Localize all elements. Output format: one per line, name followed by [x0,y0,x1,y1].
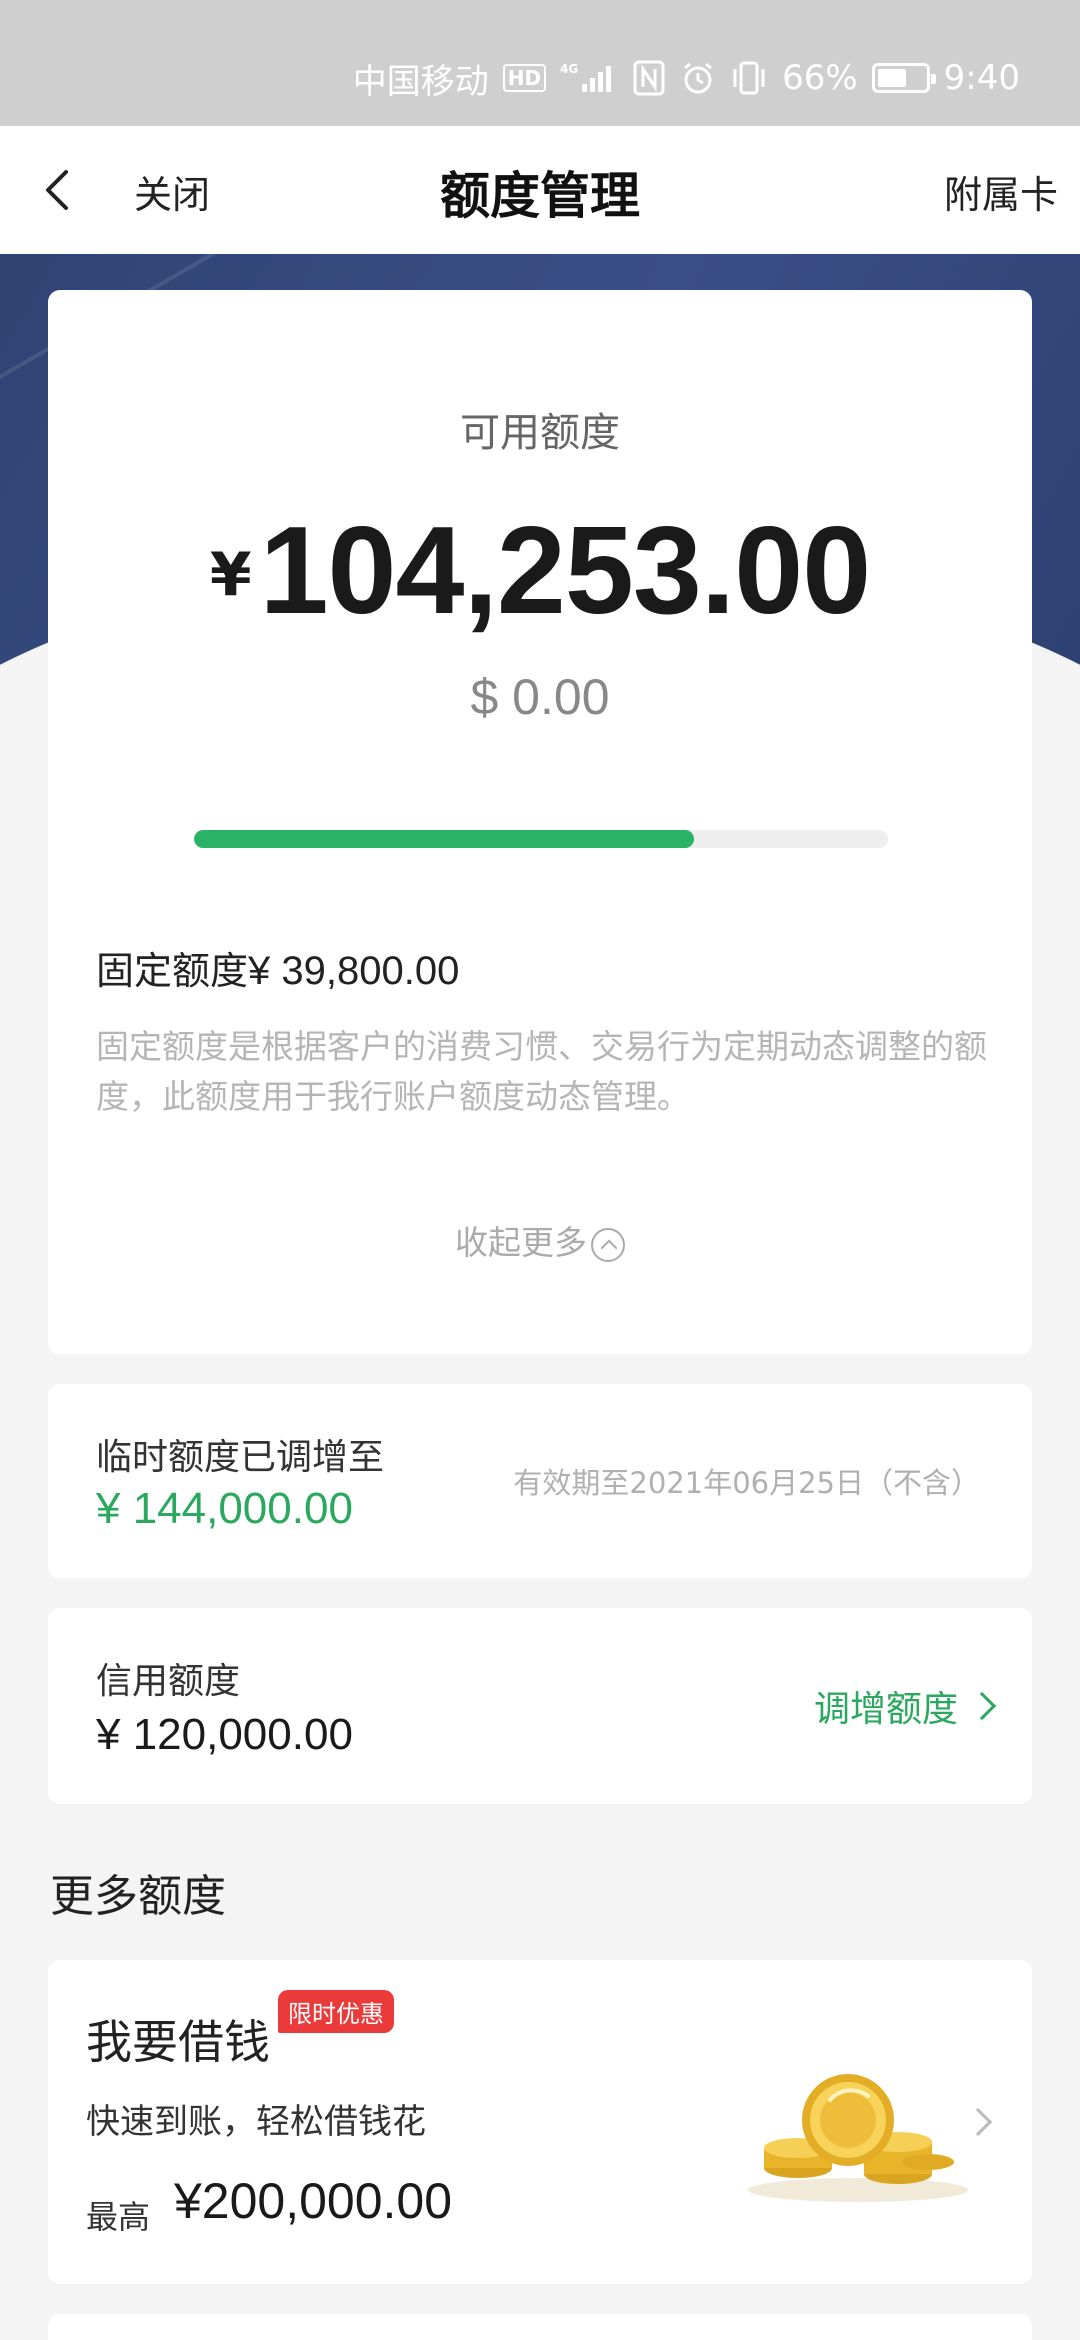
hd-badge: HD [502,64,547,92]
battery-fill [877,69,906,87]
fixed-limit-amount: ¥ 39,800.00 [248,949,460,993]
battery-percent: 66% [782,58,858,98]
network-text: 4G [560,62,578,76]
promo-badge: 限时优惠 [278,1990,394,2033]
credit-limit-card: 信用额度 ¥ 120,000.00 调增额度 [48,1608,1032,1804]
loan-card[interactable]: 我要借钱 限时优惠 快速到账，轻松借钱花 最高 ¥200,000.00 [48,1960,1032,2284]
chevron-right-icon [963,2107,993,2137]
fixed-limit-label: 固定额度 [96,949,249,993]
loan-max-label: 最高 [86,2198,151,2236]
gold-coins-icon [738,2050,978,2210]
currency-symbol: ¥ [209,540,252,610]
fixed-limit-row: 固定额度¥ 39,800.00 [96,940,459,995]
alarm-icon [680,60,716,96]
more-limits-title: 更多额度 [50,1871,226,1922]
collapse-more-label: 收起更多 [455,1223,587,1262]
credit-limit-label: 信用额度 [96,1661,241,1702]
loan-max-amount: ¥200,000.00 [174,2173,453,2229]
collapse-more-button[interactable]: 收起更多 [48,1216,1032,1264]
increase-limit-button[interactable]: 调增额度 [813,1680,997,1732]
temporary-limit-card: 临时额度已调增至 ¥ 144,000.00 有效期至2021年06月25日（不含… [48,1384,1032,1578]
loan-subtitle: 快速到账，轻松借钱花 [86,2102,426,2142]
clock: 9:40 [943,58,1020,98]
supplementary-card-button[interactable]: 附属卡 [944,164,1058,219]
signal-icon: 4G [560,60,618,96]
available-amount: 104,253.00 [259,502,872,640]
status-bar-right: 中国移动 HD 4G 66% 9:40 [353,48,1020,108]
carrier-text: 中国移动 [352,61,489,102]
fixed-limit-description: 固定额度是根据客户的消费习惯、交易行为定期动态调整的额度，此额度用于我行账户额度… [96,1027,987,1116]
vibrate-icon [730,59,768,97]
next-card-partial [48,2314,1032,2340]
loan-title: 我要借钱 [86,2015,270,2069]
available-amount-row: ¥104,253.00 [48,500,1032,642]
limit-progress-bar [194,830,888,848]
status-bar: 中国移动 HD 4G 66% 9:40 [0,0,1080,126]
nfc-icon [632,59,666,97]
available-limit-label: 可用额度 [460,410,620,456]
battery-icon [871,63,936,93]
temporary-limit-amount: ¥ 144,000.00 [96,1484,353,1533]
chevron-right-icon [967,1691,997,1721]
credit-limit-amount: ¥ 120,000.00 [96,1710,353,1759]
available-limit-card: 可用额度 ¥104,253.00 $ 0.00 固定额度¥ 39,800.00 … [48,290,1032,1354]
temporary-limit-validity: 有效期至2021年06月25日（不含） [513,1466,980,1500]
page-title: 额度管理 [440,167,640,225]
limit-progress-fill [194,830,694,848]
nav-bar: 关闭 额度管理 附属卡 [0,126,1080,254]
increase-limit-label: 调增额度 [813,1689,958,1730]
chevron-up-circle-icon [591,1228,625,1262]
usd-amount: $ 0.00 [470,669,610,725]
temporary-limit-label: 临时额度已调增至 [96,1437,385,1478]
